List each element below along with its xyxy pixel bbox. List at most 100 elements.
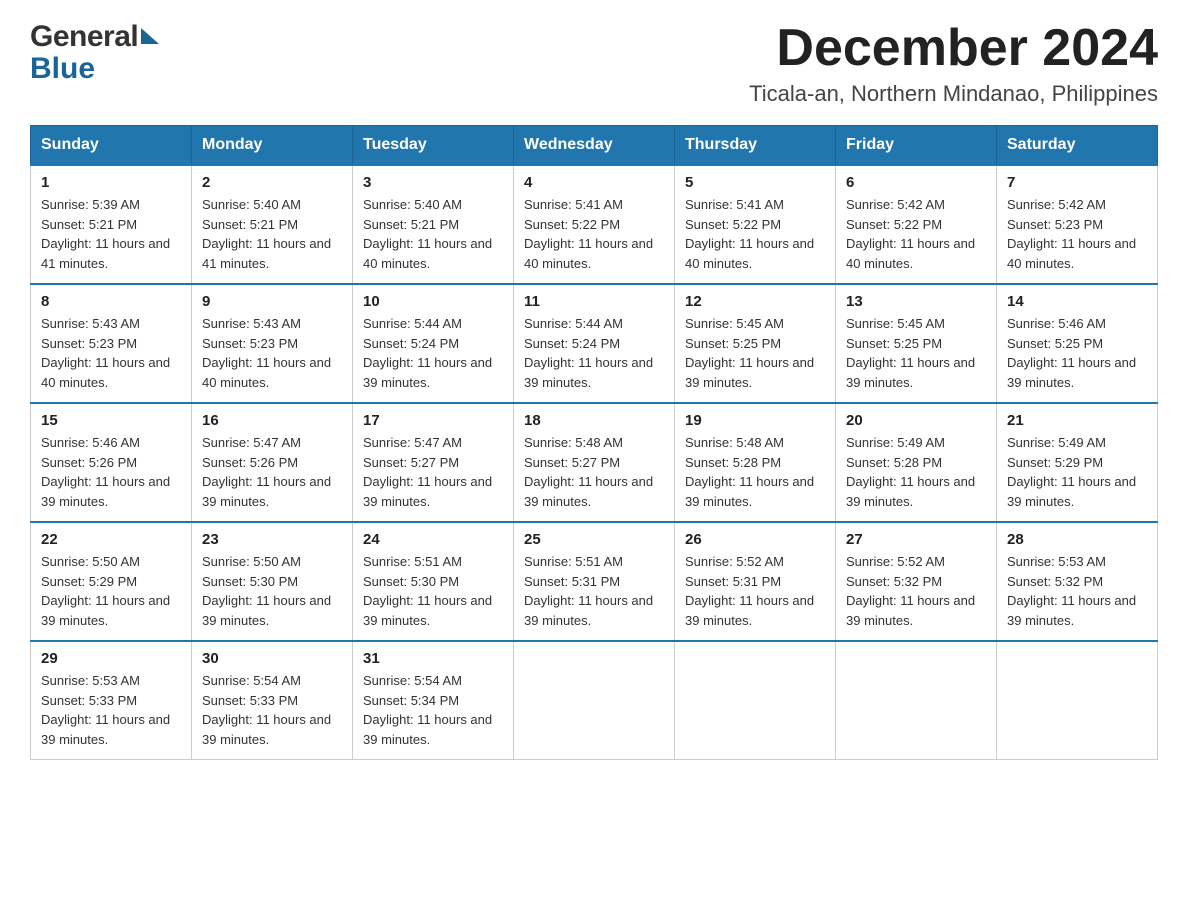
day-number: 19 — [685, 412, 825, 429]
day-info: Sunrise: 5:52 AMSunset: 5:31 PMDaylight:… — [685, 554, 814, 628]
calendar-day-cell: 22 Sunrise: 5:50 AMSunset: 5:29 PMDaylig… — [31, 522, 192, 641]
day-info: Sunrise: 5:43 AMSunset: 5:23 PMDaylight:… — [202, 316, 331, 390]
day-info: Sunrise: 5:47 AMSunset: 5:26 PMDaylight:… — [202, 435, 331, 509]
day-number: 9 — [202, 293, 342, 310]
logo-general-text: General — [30, 20, 138, 54]
calendar-day-cell: 12 Sunrise: 5:45 AMSunset: 5:25 PMDaylig… — [675, 284, 836, 403]
calendar-day-cell: 25 Sunrise: 5:51 AMSunset: 5:31 PMDaylig… — [514, 522, 675, 641]
calendar-day-cell: 11 Sunrise: 5:44 AMSunset: 5:24 PMDaylig… — [514, 284, 675, 403]
weekday-header-row: SundayMondayTuesdayWednesdayThursdayFrid… — [31, 126, 1158, 166]
day-number: 8 — [41, 293, 181, 310]
location-title: Ticala-an, Northern Mindanao, Philippine… — [749, 81, 1158, 107]
calendar-day-cell: 30 Sunrise: 5:54 AMSunset: 5:33 PMDaylig… — [192, 641, 353, 760]
calendar-week-row: 22 Sunrise: 5:50 AMSunset: 5:29 PMDaylig… — [31, 522, 1158, 641]
weekday-header-sunday: Sunday — [31, 126, 192, 166]
day-number: 5 — [685, 174, 825, 191]
day-info: Sunrise: 5:46 AMSunset: 5:25 PMDaylight:… — [1007, 316, 1136, 390]
day-number: 27 — [846, 531, 986, 548]
day-number: 28 — [1007, 531, 1147, 548]
day-number: 15 — [41, 412, 181, 429]
day-info: Sunrise: 5:53 AMSunset: 5:32 PMDaylight:… — [1007, 554, 1136, 628]
calendar-day-cell: 27 Sunrise: 5:52 AMSunset: 5:32 PMDaylig… — [836, 522, 997, 641]
day-info: Sunrise: 5:48 AMSunset: 5:27 PMDaylight:… — [524, 435, 653, 509]
day-info: Sunrise: 5:46 AMSunset: 5:26 PMDaylight:… — [41, 435, 170, 509]
calendar-day-cell: 28 Sunrise: 5:53 AMSunset: 5:32 PMDaylig… — [997, 522, 1158, 641]
day-info: Sunrise: 5:42 AMSunset: 5:22 PMDaylight:… — [846, 197, 975, 271]
day-info: Sunrise: 5:40 AMSunset: 5:21 PMDaylight:… — [363, 197, 492, 271]
day-info: Sunrise: 5:50 AMSunset: 5:29 PMDaylight:… — [41, 554, 170, 628]
day-number: 25 — [524, 531, 664, 548]
day-number: 10 — [363, 293, 503, 310]
calendar-day-cell: 1 Sunrise: 5:39 AMSunset: 5:21 PMDayligh… — [31, 165, 192, 284]
day-number: 17 — [363, 412, 503, 429]
weekday-header-thursday: Thursday — [675, 126, 836, 166]
day-info: Sunrise: 5:45 AMSunset: 5:25 PMDaylight:… — [685, 316, 814, 390]
logo-blue-text: Blue — [30, 52, 159, 86]
calendar-week-row: 15 Sunrise: 5:46 AMSunset: 5:26 PMDaylig… — [31, 403, 1158, 522]
day-number: 1 — [41, 174, 181, 191]
day-info: Sunrise: 5:47 AMSunset: 5:27 PMDaylight:… — [363, 435, 492, 509]
calendar-week-row: 8 Sunrise: 5:43 AMSunset: 5:23 PMDayligh… — [31, 284, 1158, 403]
calendar-day-cell: 10 Sunrise: 5:44 AMSunset: 5:24 PMDaylig… — [353, 284, 514, 403]
day-number: 14 — [1007, 293, 1147, 310]
day-info: Sunrise: 5:53 AMSunset: 5:33 PMDaylight:… — [41, 673, 170, 747]
day-info: Sunrise: 5:42 AMSunset: 5:23 PMDaylight:… — [1007, 197, 1136, 271]
title-section: December 2024 Ticala-an, Northern Mindan… — [749, 20, 1158, 107]
day-info: Sunrise: 5:44 AMSunset: 5:24 PMDaylight:… — [363, 316, 492, 390]
calendar-week-row: 29 Sunrise: 5:53 AMSunset: 5:33 PMDaylig… — [31, 641, 1158, 760]
calendar-day-cell: 7 Sunrise: 5:42 AMSunset: 5:23 PMDayligh… — [997, 165, 1158, 284]
calendar-day-cell: 2 Sunrise: 5:40 AMSunset: 5:21 PMDayligh… — [192, 165, 353, 284]
day-info: Sunrise: 5:44 AMSunset: 5:24 PMDaylight:… — [524, 316, 653, 390]
day-info: Sunrise: 5:39 AMSunset: 5:21 PMDaylight:… — [41, 197, 170, 271]
calendar-day-cell: 13 Sunrise: 5:45 AMSunset: 5:25 PMDaylig… — [836, 284, 997, 403]
calendar-week-row: 1 Sunrise: 5:39 AMSunset: 5:21 PMDayligh… — [31, 165, 1158, 284]
day-number: 4 — [524, 174, 664, 191]
day-number: 11 — [524, 293, 664, 310]
calendar-day-cell: 3 Sunrise: 5:40 AMSunset: 5:21 PMDayligh… — [353, 165, 514, 284]
day-number: 21 — [1007, 412, 1147, 429]
calendar-day-cell: 6 Sunrise: 5:42 AMSunset: 5:22 PMDayligh… — [836, 165, 997, 284]
day-number: 2 — [202, 174, 342, 191]
day-info: Sunrise: 5:50 AMSunset: 5:30 PMDaylight:… — [202, 554, 331, 628]
day-info: Sunrise: 5:52 AMSunset: 5:32 PMDaylight:… — [846, 554, 975, 628]
calendar-day-cell: 26 Sunrise: 5:52 AMSunset: 5:31 PMDaylig… — [675, 522, 836, 641]
calendar-day-cell: 17 Sunrise: 5:47 AMSunset: 5:27 PMDaylig… — [353, 403, 514, 522]
day-number: 26 — [685, 531, 825, 548]
calendar-day-cell: 8 Sunrise: 5:43 AMSunset: 5:23 PMDayligh… — [31, 284, 192, 403]
day-number: 31 — [363, 650, 503, 667]
logo-triangle-icon — [141, 28, 159, 44]
day-number: 18 — [524, 412, 664, 429]
calendar-day-cell: 16 Sunrise: 5:47 AMSunset: 5:26 PMDaylig… — [192, 403, 353, 522]
day-number: 3 — [363, 174, 503, 191]
day-number: 13 — [846, 293, 986, 310]
day-info: Sunrise: 5:40 AMSunset: 5:21 PMDaylight:… — [202, 197, 331, 271]
day-info: Sunrise: 5:41 AMSunset: 5:22 PMDaylight:… — [685, 197, 814, 271]
calendar-day-cell: 4 Sunrise: 5:41 AMSunset: 5:22 PMDayligh… — [514, 165, 675, 284]
day-number: 6 — [846, 174, 986, 191]
weekday-header-tuesday: Tuesday — [353, 126, 514, 166]
day-info: Sunrise: 5:49 AMSunset: 5:28 PMDaylight:… — [846, 435, 975, 509]
day-number: 24 — [363, 531, 503, 548]
calendar-day-cell: 24 Sunrise: 5:51 AMSunset: 5:30 PMDaylig… — [353, 522, 514, 641]
calendar-day-cell: 20 Sunrise: 5:49 AMSunset: 5:28 PMDaylig… — [836, 403, 997, 522]
calendar-day-cell: 18 Sunrise: 5:48 AMSunset: 5:27 PMDaylig… — [514, 403, 675, 522]
calendar-day-cell: 9 Sunrise: 5:43 AMSunset: 5:23 PMDayligh… — [192, 284, 353, 403]
day-number: 22 — [41, 531, 181, 548]
calendar-day-cell: 31 Sunrise: 5:54 AMSunset: 5:34 PMDaylig… — [353, 641, 514, 760]
day-number: 23 — [202, 531, 342, 548]
day-info: Sunrise: 5:54 AMSunset: 5:33 PMDaylight:… — [202, 673, 331, 747]
calendar-day-cell: 21 Sunrise: 5:49 AMSunset: 5:29 PMDaylig… — [997, 403, 1158, 522]
day-info: Sunrise: 5:43 AMSunset: 5:23 PMDaylight:… — [41, 316, 170, 390]
day-info: Sunrise: 5:45 AMSunset: 5:25 PMDaylight:… — [846, 316, 975, 390]
weekday-header-friday: Friday — [836, 126, 997, 166]
calendar-day-cell: 29 Sunrise: 5:53 AMSunset: 5:33 PMDaylig… — [31, 641, 192, 760]
calendar-day-cell: 19 Sunrise: 5:48 AMSunset: 5:28 PMDaylig… — [675, 403, 836, 522]
month-title: December 2024 — [749, 20, 1158, 77]
calendar-day-cell: 14 Sunrise: 5:46 AMSunset: 5:25 PMDaylig… — [997, 284, 1158, 403]
day-info: Sunrise: 5:48 AMSunset: 5:28 PMDaylight:… — [685, 435, 814, 509]
logo: General Blue — [30, 20, 159, 86]
calendar-day-cell — [997, 641, 1158, 760]
day-info: Sunrise: 5:54 AMSunset: 5:34 PMDaylight:… — [363, 673, 492, 747]
calendar-day-cell: 23 Sunrise: 5:50 AMSunset: 5:30 PMDaylig… — [192, 522, 353, 641]
day-info: Sunrise: 5:41 AMSunset: 5:22 PMDaylight:… — [524, 197, 653, 271]
